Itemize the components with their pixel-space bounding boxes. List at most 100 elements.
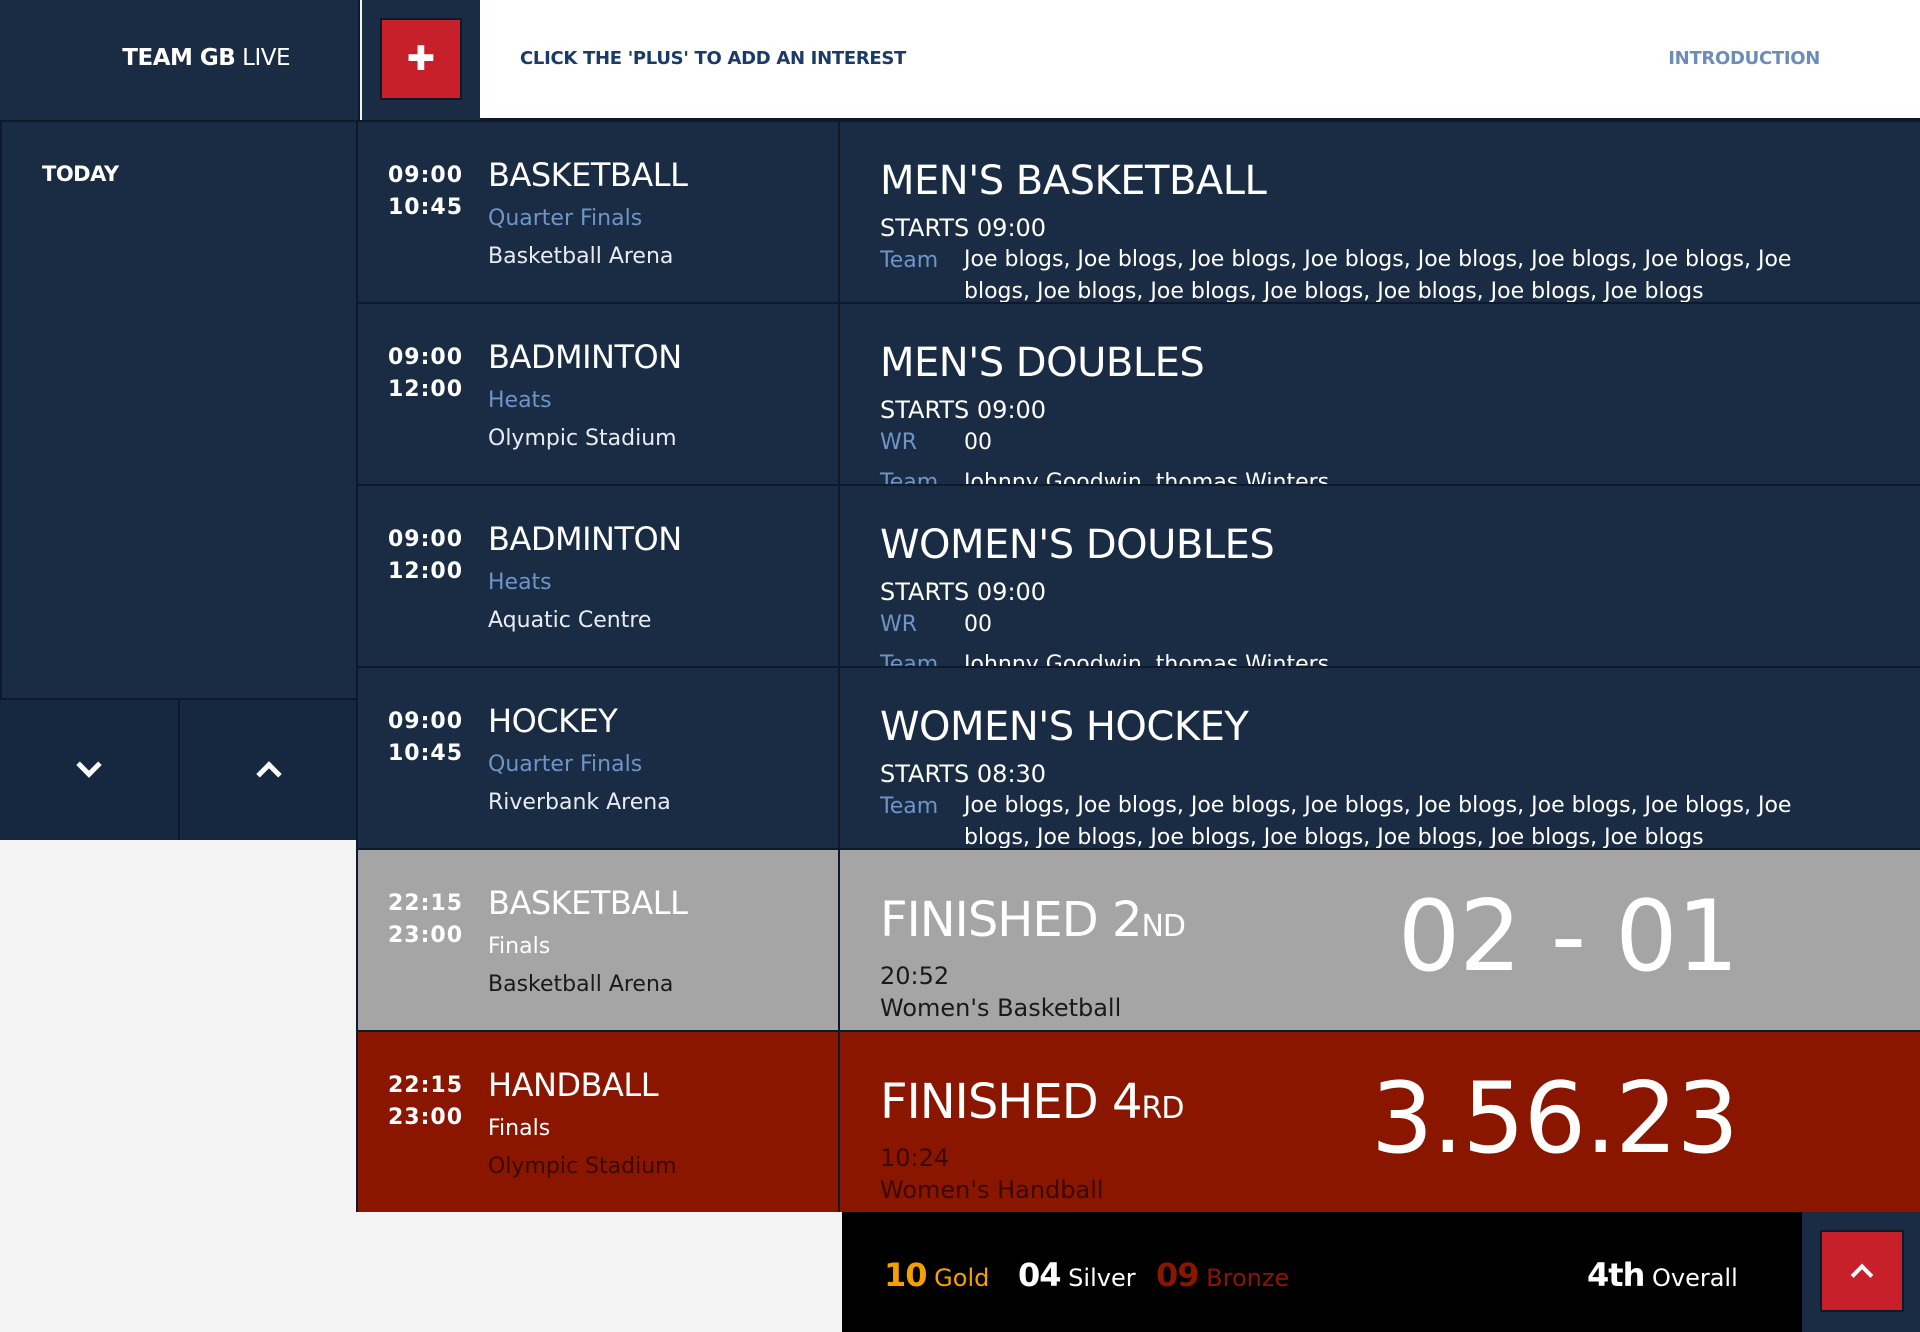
event-venue: Olympic Stadium [488, 426, 677, 451]
event-times: 09:00 12:00 [388, 342, 463, 406]
top-bar: CLICK THE 'PLUS' TO ADD AN INTEREST INTR… [480, 0, 1920, 120]
today-label[interactable]: TODAY [42, 162, 119, 186]
chevron-up-icon [256, 761, 282, 787]
day-sidebar: TODAY [0, 120, 358, 700]
event-sport: BADMINTON [488, 338, 682, 376]
back-to-top-button[interactable] [1820, 1230, 1904, 1312]
event-summary: 22:15 23:00 BASKETBALL Finals Basketball… [358, 850, 840, 1030]
team-label: Team [880, 248, 939, 273]
finish-position: FINISHED 2ND [880, 892, 1186, 948]
event-times: 09:00 10:45 [388, 160, 463, 224]
finish-event-name: Women's Handball [880, 1176, 1104, 1204]
scroll-up-button[interactable] [180, 700, 358, 840]
team-members: Johnny Goodwin, thomas Winters [964, 470, 1330, 484]
bronze-label: Bronze [1206, 1264, 1290, 1292]
event-title: WOMEN'S HOCKEY [880, 704, 1249, 750]
bronze-medals: 09 Bronze [1156, 1256, 1289, 1294]
event-row[interactable]: 09:00 10:45 BASKETBALL Quarter Finals Ba… [356, 120, 1920, 302]
event-start: 22:15 [388, 891, 464, 916]
wr-label: WR [880, 612, 918, 637]
silver-count: 04 [1018, 1256, 1062, 1294]
chevron-up-icon [1850, 1263, 1874, 1287]
event-round: Quarter Finals [488, 206, 643, 231]
bronze-count: 09 [1156, 1256, 1200, 1294]
finish-text: FINISHED 4 [880, 1074, 1142, 1130]
event-detail: MEN'S BASKETBALL STARTS 09:00 Team Joe bl… [842, 122, 1920, 302]
overall-label: Overall [1651, 1264, 1738, 1292]
event-sport: BASKETBALL [488, 884, 688, 922]
event-start: 09:00 [388, 345, 464, 370]
event-result: FINISHED 4RD 10:24 Women's Handball 3.56… [842, 1032, 1920, 1212]
brand-panel: TEAM GB LIVE [0, 0, 360, 120]
event-round: Quarter Finals [488, 752, 643, 777]
silver-medals: 04 Silver [1018, 1256, 1136, 1294]
gold-medals: 10 Gold [884, 1256, 989, 1294]
finish-position: FINISHED 4RD [880, 1074, 1184, 1130]
event-summary: 09:00 12:00 BADMINTON Heats Aquatic Cent… [358, 486, 840, 666]
event-end: 10:45 [388, 741, 464, 766]
event-sport: HANDBALL [488, 1066, 659, 1104]
app-title[interactable]: TEAM GB LIVE [122, 45, 290, 71]
team-label: Team [880, 652, 939, 666]
event-title: MEN'S DOUBLES [880, 340, 1205, 386]
finish-text: FINISHED 2 [880, 892, 1142, 948]
event-sport: BASKETBALL [488, 156, 688, 194]
event-end: 23:00 [388, 1105, 464, 1130]
world-record-row: WR 00 [880, 612, 992, 637]
finish-event-name: Women's Basketball [880, 994, 1122, 1022]
event-summary: 22:15 23:00 HANDBALL Finals Olympic Stad… [358, 1032, 840, 1212]
event-row[interactable]: 09:00 12:00 BADMINTON Heats Olympic Stad… [356, 302, 1920, 484]
event-summary: 09:00 10:45 HOCKEY Quarter Finals Riverb… [358, 668, 840, 848]
event-detail: WOMEN'S DOUBLES STARTS 09:00 WR 00 Team Jo… [842, 486, 1920, 666]
app-title-bold: TEAM GB [122, 45, 236, 71]
plus-icon: ✚ [406, 39, 436, 79]
finished-event-row[interactable]: 22:15 23:00 BASKETBALL Finals Basketball… [356, 848, 1920, 1030]
introduction-link[interactable]: INTRODUCTION [1668, 48, 1820, 69]
event-times: 22:15 23:00 [388, 888, 463, 952]
event-starts: STARTS 09:00 [880, 396, 1047, 424]
overall-rank-value: 4th [1587, 1256, 1645, 1294]
overall-rank: 4th Overall [1587, 1256, 1738, 1294]
gold-label: Gold [934, 1264, 990, 1292]
event-start: 09:00 [388, 709, 464, 734]
team-row: Team Joe blogs, Joe blogs, Joe blogs, Joe… [880, 793, 1804, 848]
event-summary: 09:00 10:45 BASKETBALL Quarter Finals Ba… [358, 122, 840, 302]
world-record-row: WR 00 [880, 430, 992, 455]
team-row: Team Joe blogs, Joe blogs, Joe blogs, Joe… [880, 247, 1804, 302]
event-row[interactable]: 09:00 10:45 HOCKEY Quarter Finals Riverb… [356, 666, 1920, 848]
finish-time: 10:24 [880, 1144, 950, 1172]
event-end: 23:00 [388, 923, 464, 948]
event-times: 09:00 10:45 [388, 706, 463, 770]
app-title-light: LIVE [242, 45, 290, 71]
event-sport: HOCKEY [488, 702, 618, 740]
team-label: Team [880, 470, 939, 484]
team-members: Joe blogs, Joe blogs, Joe blogs, Joe blo… [964, 793, 1792, 848]
event-venue: Basketball Arena [488, 972, 674, 997]
event-summary: 09:00 12:00 BADMINTON Heats Olympic Stad… [358, 304, 840, 484]
result-score: 02 - 01 [1397, 880, 1739, 994]
silver-label: Silver [1068, 1264, 1136, 1292]
finished-event-row[interactable]: 22:15 23:00 HANDBALL Finals Olympic Stad… [356, 1030, 1920, 1212]
team-row: Team Johnny Goodwin, thomas Winters [880, 470, 1329, 484]
event-round: Heats [488, 388, 552, 413]
add-interest-hint: CLICK THE 'PLUS' TO ADD AN INTEREST [520, 48, 907, 69]
wr-value: 00 [964, 612, 992, 637]
event-row[interactable]: 09:00 12:00 BADMINTON Heats Aquatic Cent… [356, 484, 1920, 666]
gold-count: 10 [884, 1256, 928, 1294]
event-end: 12:00 [388, 559, 464, 584]
event-round: Heats [488, 570, 552, 595]
medal-table-bar: 10 Gold 04 Silver 09 Bronze 4th Overall [842, 1212, 1802, 1332]
event-starts: STARTS 09:00 [880, 578, 1047, 606]
event-start: 22:15 [388, 1073, 464, 1098]
wr-value: 00 [964, 430, 992, 455]
event-start: 09:00 [388, 163, 464, 188]
event-title: MEN'S BASKETBALL [880, 158, 1267, 204]
event-round: Finals [488, 1116, 551, 1141]
event-venue: Riverbank Arena [488, 790, 671, 815]
result-time: 3.56.23 [1370, 1062, 1739, 1176]
wr-label: WR [880, 430, 918, 455]
add-interest-panel: ✚ [362, 0, 480, 120]
scroll-down-button[interactable] [0, 700, 180, 840]
add-interest-button[interactable]: ✚ [380, 18, 462, 100]
team-members: Joe blogs, Joe blogs, Joe blogs, Joe blo… [964, 247, 1792, 302]
